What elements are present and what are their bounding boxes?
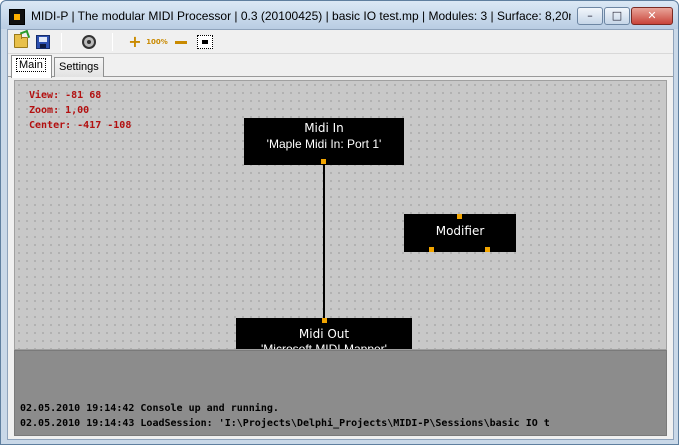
module-port: 'Microsoft MIDI Mapper' (261, 342, 387, 350)
zoom-100-icon: 100% (146, 38, 168, 46)
module-port: 'Maple Midi In: Port 1' (266, 137, 382, 151)
app-logo-icon[interactable] (9, 9, 25, 25)
move-view-icon (82, 35, 96, 49)
log-line: 02.05.2010 19:14:42 Console up and runni… (20, 403, 279, 414)
module-name: Modifier (435, 224, 485, 238)
close-button[interactable]: ✕ (631, 7, 673, 25)
zoom-in-button[interactable]: + (126, 33, 144, 51)
view-readout: View: -81 68 (29, 90, 102, 101)
zoom-out-icon (175, 40, 187, 44)
patch-canvas[interactable]: View: -81 68 Zoom: 1,00 Center: -417 -10… (14, 80, 667, 350)
title-bar[interactable]: MIDI-P | The modular MIDI Processor | 0.… (1, 1, 678, 29)
tab-settings-label: Settings (59, 61, 99, 73)
tab-main[interactable]: Main (11, 55, 52, 78)
zoom-out-button[interactable] (172, 33, 190, 51)
zoom-in-icon: + (128, 32, 142, 51)
output-pin[interactable] (485, 247, 490, 252)
toolbar-separator (112, 33, 113, 51)
save-button[interactable] (34, 33, 52, 51)
zoom-100-button[interactable]: 100% (146, 33, 168, 51)
module-name: Midi In (304, 121, 344, 135)
minimize-button[interactable]: – (577, 7, 603, 25)
input-pin[interactable] (457, 214, 462, 219)
output-pin[interactable] (429, 247, 434, 252)
center-readout: Center: -417 -108 (29, 120, 132, 131)
zoom-fit-button[interactable] (196, 33, 214, 51)
toolbar-separator (61, 33, 62, 51)
client-area: + 100% Main Settings View: -81 68 Zoom: … (7, 29, 674, 440)
open-folder-icon (14, 33, 28, 48)
module-modifier[interactable]: Modifier (404, 214, 516, 252)
log-line: 02.05.2010 19:14:43 LoadSession: 'I:\Pro… (20, 418, 550, 429)
zoom-readout: Zoom: 1,00 (29, 105, 90, 116)
tab-bar: Main Settings (8, 55, 673, 78)
save-disk-icon (36, 35, 50, 49)
toolbar: + 100% (8, 30, 673, 54)
connection-wire[interactable] (323, 163, 325, 321)
zoom-fit-icon (197, 35, 213, 49)
tab-main-label: Main (16, 58, 46, 72)
window-title: MIDI-P | The modular MIDI Processor | 0.… (31, 9, 571, 23)
output-pin[interactable] (321, 159, 326, 164)
module-midi-in[interactable]: Midi In 'Maple Midi In: Port 1' (244, 118, 404, 165)
module-midi-out[interactable]: Midi Out 'Microsoft MIDI Mapper' (236, 318, 412, 350)
input-pin[interactable] (322, 318, 327, 323)
tab-settings[interactable]: Settings (54, 57, 104, 77)
console-log[interactable]: 02.05.2010 19:14:42 Console up and runni… (14, 350, 667, 436)
open-button[interactable] (12, 33, 30, 51)
module-name: Midi Out (298, 327, 350, 341)
app-window: MIDI-P | The modular MIDI Processor | 0.… (0, 0, 679, 445)
move-view-button[interactable] (80, 33, 98, 51)
maximize-button[interactable]: □ (604, 7, 630, 25)
